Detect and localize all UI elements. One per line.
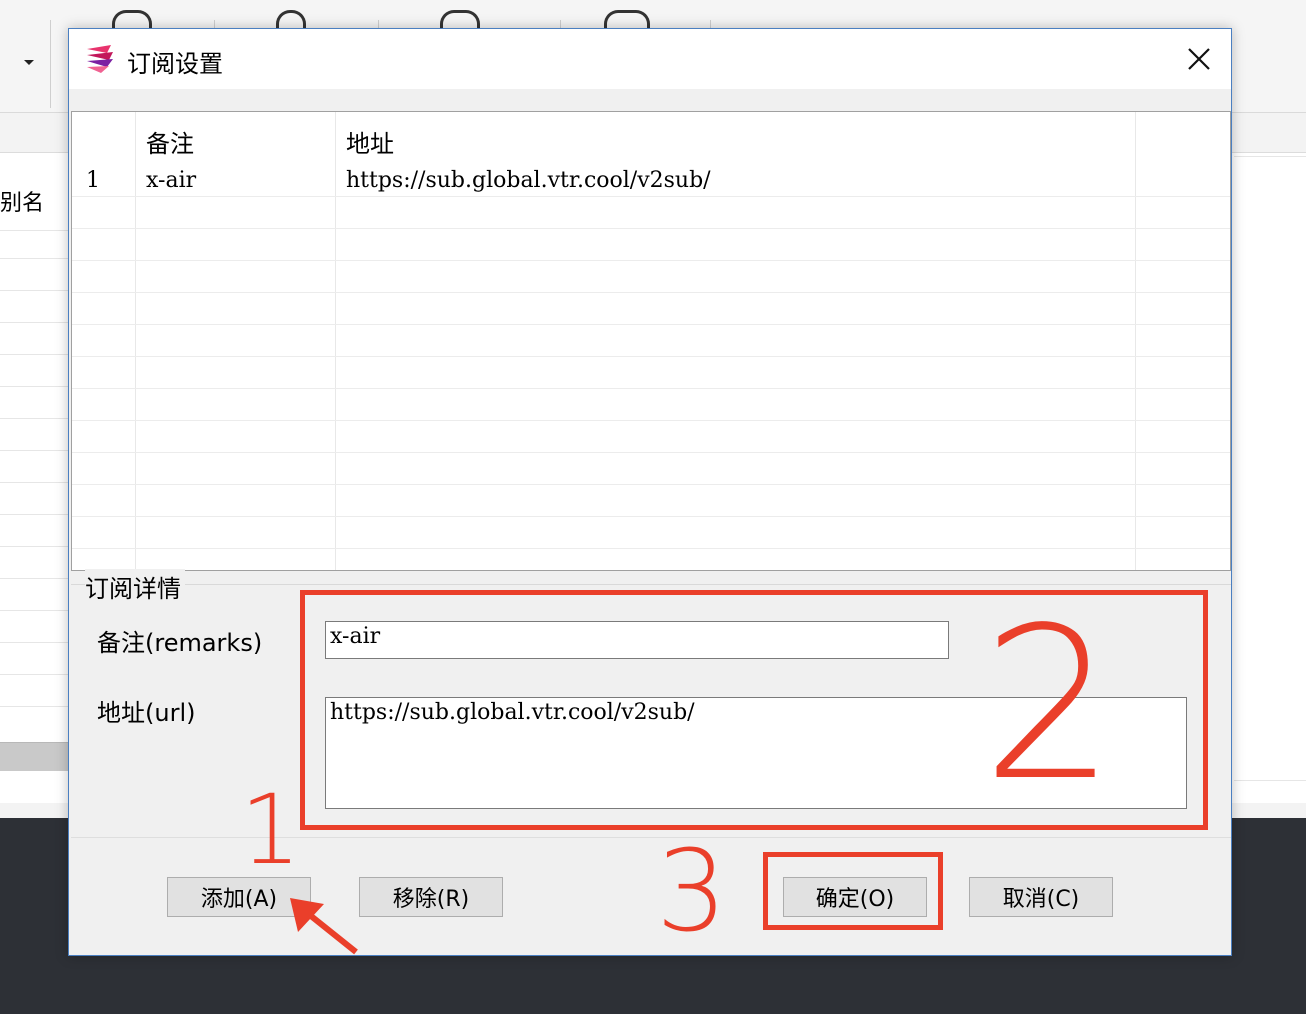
row-divider — [0, 674, 68, 675]
row-divider — [0, 258, 68, 259]
annotation-arrow-icon — [290, 898, 358, 955]
cancel-button[interactable]: 取消(C) — [969, 877, 1113, 917]
grid-row-divider — [72, 260, 1230, 261]
grid-row-divider — [72, 228, 1230, 229]
grid-row-divider — [72, 292, 1230, 293]
grid-header-url[interactable]: 地址 — [346, 124, 394, 159]
subscription-grid[interactable]: 备注 地址 1 x-air https://sub.global.vtr.coo… — [71, 111, 1231, 571]
annotation-step-1: 1 — [240, 774, 302, 886]
grid-row-divider — [72, 388, 1230, 389]
grid-row-divider — [72, 420, 1230, 421]
dialog-title: 订阅设置 — [127, 50, 223, 78]
url-label: 地址(url) — [97, 699, 196, 727]
grid-cell-index: 1 — [86, 168, 100, 193]
grid-row-divider — [72, 324, 1230, 325]
annotation-step-3: 3 — [656, 827, 728, 957]
row-divider — [0, 514, 68, 515]
remove-button[interactable]: 移除(R) — [359, 877, 503, 917]
details-group-title: 订阅详情 — [85, 569, 185, 604]
row-divider — [0, 230, 68, 231]
grid-header-remarks[interactable]: 备注 — [146, 124, 194, 159]
row-divider — [0, 386, 68, 387]
grid-row-divider — [72, 452, 1230, 453]
grid-row-divider — [72, 356, 1230, 357]
grid-row-divider — [72, 484, 1230, 485]
annotation-box-ok — [763, 852, 943, 930]
row-divider — [1234, 156, 1306, 157]
dropdown-arrow-icon[interactable] — [24, 60, 34, 65]
grid-row-divider — [72, 516, 1230, 517]
row-divider — [0, 610, 68, 611]
grid-cell-url: https://sub.global.vtr.cool/v2sub/ — [346, 168, 711, 193]
grid-row-divider — [72, 548, 1230, 549]
row-divider — [0, 706, 68, 707]
row-divider — [0, 450, 68, 451]
row-divider — [0, 290, 68, 291]
annotation-step-2: 2 — [982, 582, 1116, 827]
row-divider — [0, 354, 68, 355]
grid-cell-remarks: x-air — [146, 168, 197, 193]
row-divider — [0, 578, 68, 579]
row-divider — [0, 642, 68, 643]
horizontal-scrollbar[interactable] — [0, 742, 68, 771]
row-divider — [0, 322, 68, 323]
table-row[interactable]: 1 x-air https://sub.global.vtr.cool/v2su… — [72, 164, 1230, 196]
close-icon — [1188, 48, 1210, 70]
row-divider — [0, 418, 68, 419]
row-divider — [1234, 780, 1306, 781]
column-header-alias[interactable]: 别名 — [0, 185, 44, 217]
close-button[interactable] — [1167, 29, 1231, 89]
app-logo-icon — [87, 45, 113, 73]
row-divider — [0, 482, 68, 483]
grid-row-divider — [72, 196, 1230, 197]
grid-header: 备注 地址 — [72, 112, 1230, 164]
row-divider — [0, 546, 68, 547]
toolbar-separator — [50, 20, 51, 108]
dialog-titlebar[interactable]: 订阅设置 — [69, 29, 1231, 89]
remarks-label: 备注(remarks) — [97, 629, 263, 657]
